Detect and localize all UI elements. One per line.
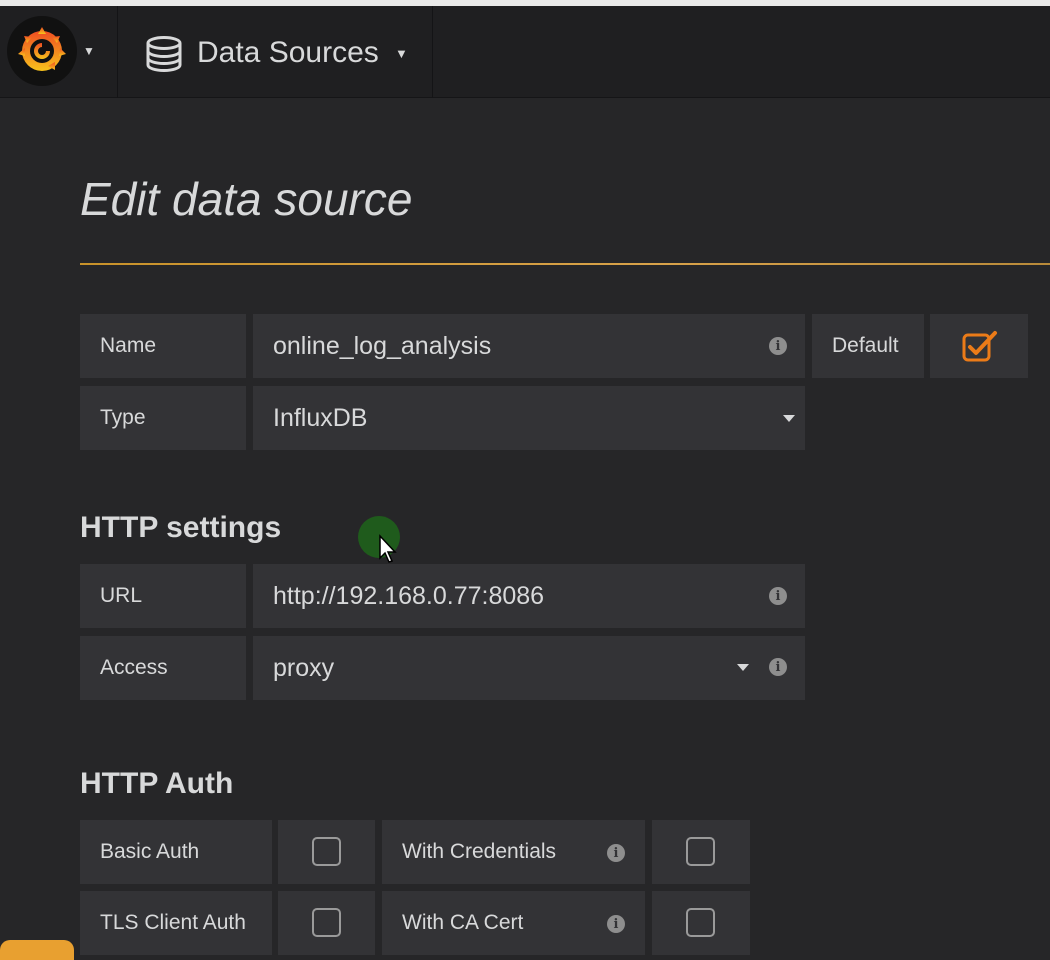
url-input[interactable]: http://192.168.0.77:8086 i: [253, 564, 805, 628]
default-label: Default: [812, 314, 924, 378]
grafana-menu-button[interactable]: ▼: [0, 6, 118, 98]
info-icon[interactable]: i: [607, 844, 625, 862]
info-icon[interactable]: i: [769, 337, 787, 355]
info-icon[interactable]: i: [769, 587, 787, 605]
name-value: online_log_analysis: [273, 331, 492, 360]
access-label: Access: [80, 636, 246, 700]
info-icon[interactable]: i: [607, 915, 625, 933]
name-input[interactable]: online_log_analysis i: [253, 314, 805, 378]
url-label: URL: [80, 564, 246, 628]
basic-auth-label: Basic Auth: [80, 820, 272, 884]
with-ca-cert-checkbox[interactable]: [686, 908, 715, 937]
title-divider: [80, 263, 1050, 265]
http-settings-title: HTTP settings: [80, 511, 282, 544]
top-navbar: ▼ Data Sources ▼: [0, 6, 1050, 98]
grafana-logo-icon: [7, 16, 77, 86]
basic-auth-toggle[interactable]: [278, 820, 375, 884]
type-value: InfluxDB: [273, 403, 368, 432]
access-select[interactable]: proxy i: [253, 636, 805, 700]
with-ca-cert-toggle[interactable]: [652, 891, 750, 955]
with-ca-cert-text: With CA Cert: [402, 911, 524, 934]
page-title: Edit data source: [80, 173, 413, 225]
with-credentials-checkbox[interactable]: [686, 837, 715, 866]
url-value: http://192.168.0.77:8086: [273, 581, 545, 610]
with-ca-cert-label: With CA Cert i: [382, 891, 645, 955]
basic-auth-checkbox[interactable]: [312, 837, 341, 866]
http-auth-title: HTTP Auth: [80, 767, 234, 800]
info-icon[interactable]: i: [769, 658, 787, 676]
tls-client-auth-toggle[interactable]: [278, 891, 375, 955]
chevron-down-icon: ▼: [83, 44, 95, 58]
access-value: proxy: [273, 653, 335, 682]
type-label: Type: [80, 386, 246, 450]
default-checkbox[interactable]: [930, 314, 1028, 378]
name-label: Name: [80, 314, 246, 378]
data-sources-menu-button[interactable]: Data Sources ▼: [119, 6, 433, 98]
data-sources-label: Data Sources: [197, 36, 379, 69]
with-credentials-label: With Credentials i: [382, 820, 645, 884]
with-credentials-toggle[interactable]: [652, 820, 750, 884]
tls-client-auth-label: TLS Client Auth: [80, 891, 272, 955]
chevron-down-icon: ▼: [395, 46, 408, 61]
chevron-down-icon: [737, 664, 749, 671]
type-select[interactable]: InfluxDB: [253, 386, 805, 450]
tls-client-auth-checkbox[interactable]: [312, 908, 341, 937]
with-credentials-text: With Credentials: [402, 840, 557, 863]
corner-tab: [0, 940, 74, 960]
database-icon: [146, 36, 182, 72]
mouse-cursor-icon: [379, 534, 397, 563]
chevron-down-icon: [783, 415, 795, 422]
checkmark-icon: [962, 331, 997, 362]
